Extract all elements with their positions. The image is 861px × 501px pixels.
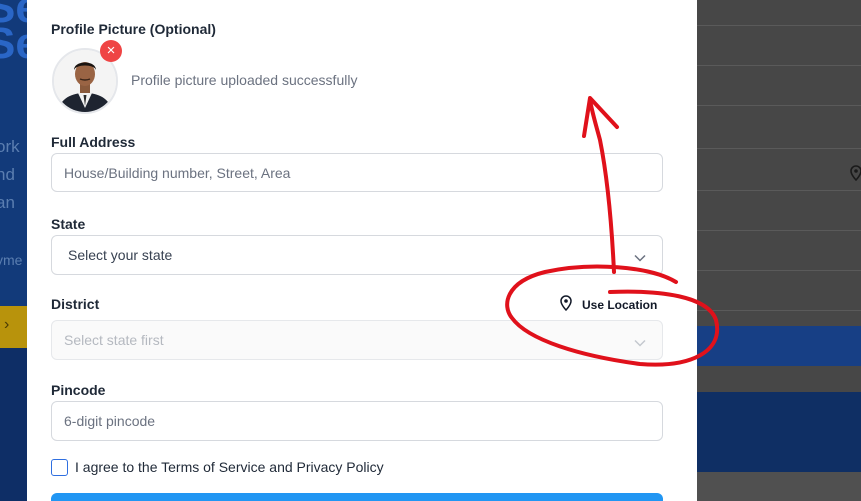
- bg-text-fragment: ork: [0, 137, 20, 156]
- bg-text-fragment: yme: [0, 252, 23, 268]
- upload-status-text: Profile picture uploaded successfully: [131, 72, 358, 88]
- district-label: District: [51, 296, 100, 312]
- use-location-label: Use Location: [582, 297, 658, 312]
- pincode-label: Pincode: [51, 382, 106, 398]
- background-page-left: Se Se ork nd an yme ›: [0, 0, 30, 501]
- state-select[interactable]: Select your state: [51, 235, 663, 275]
- remove-photo-button[interactable]: ×: [100, 40, 122, 62]
- bg-blue-block: [697, 392, 861, 472]
- submit-button[interactable]: [51, 493, 663, 501]
- district-select[interactable]: Select state first: [51, 320, 663, 360]
- close-icon: ×: [106, 42, 116, 59]
- use-location-button[interactable]: Use Location: [560, 295, 657, 314]
- profile-picture-label: Profile Picture (Optional): [51, 21, 216, 37]
- pincode-input[interactable]: [52, 402, 662, 440]
- full-address-input[interactable]: [52, 154, 662, 191]
- registration-modal: Profile Picture (Optional) × Profile pic…: [27, 0, 697, 501]
- full-address-field[interactable]: [51, 153, 663, 192]
- bg-text-fragment: nd: [0, 165, 15, 184]
- bg-map-pin-icon: [850, 165, 861, 186]
- bg-text-fragment: an: [0, 193, 15, 212]
- chevron-down-icon: [634, 334, 646, 352]
- background-page-right: [697, 0, 861, 501]
- district-select-value: Select state first: [64, 332, 164, 348]
- bg-gray-block: [697, 472, 861, 501]
- chevron-down-icon: [634, 249, 646, 267]
- bg-chevron-icon: ›: [4, 316, 10, 333]
- bg-heading-fragment: Se: [0, 19, 30, 68]
- full-address-label: Full Address: [51, 134, 136, 150]
- state-label: State: [51, 216, 86, 232]
- map-pin-icon: [560, 295, 572, 314]
- bg-blue-bar: [697, 326, 861, 366]
- terms-label: I agree to the Terms of Service and Priv…: [75, 459, 384, 475]
- state-select-value: Select your state: [68, 247, 173, 263]
- terms-checkbox[interactable]: [51, 459, 68, 476]
- pincode-field[interactable]: [51, 401, 663, 441]
- bg-footer-block: [0, 348, 30, 501]
